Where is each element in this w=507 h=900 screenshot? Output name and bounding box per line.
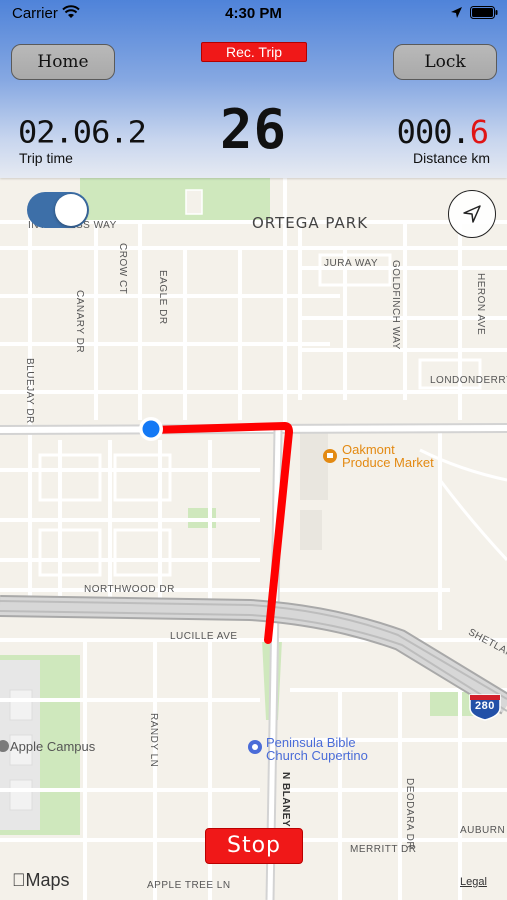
park-label: ORTEGA PARK	[252, 214, 369, 232]
status-bar: Carrier 4:30 PM	[0, 0, 507, 28]
street-label: DEODARA DR	[404, 778, 415, 850]
status-time: 4:30 PM	[225, 5, 282, 22]
distance-integer: 000.	[396, 113, 471, 151]
apple-campus-label[interactable]: Apple Campus	[10, 740, 95, 753]
street-label: RANDY LN	[148, 713, 159, 768]
highway-shield-label: 280	[475, 700, 495, 712]
street-label: APPLE TREE LN	[147, 880, 231, 891]
lock-button[interactable]: Lock	[393, 44, 497, 80]
oakmont-line2: Produce Market	[342, 455, 434, 470]
street-label: CANARY DR	[74, 290, 85, 354]
maps-attribution: Maps	[12, 870, 70, 891]
legal-link[interactable]: Legal	[460, 876, 487, 888]
recording-badge: Rec. Trip	[201, 42, 307, 62]
church-label[interactable]: Peninsula Bible Church Cupertino	[266, 736, 368, 762]
park-area	[80, 178, 270, 222]
stop-button[interactable]: Stop	[205, 828, 303, 864]
home-button[interactable]: Home	[11, 44, 115, 80]
street-label: LONDONDERRY	[430, 375, 507, 386]
street-label: EAGLE DR	[157, 270, 168, 325]
maps-attribution-text: Maps	[12, 870, 70, 890]
street-label: NORTHWOOD DR	[84, 584, 175, 595]
church-line2: Church Cupertino	[266, 748, 368, 763]
toggle-knob	[55, 194, 87, 226]
map-view[interactable]: ORTEGA PARK INVERNESS WAY CROW CT EAGLE …	[0, 178, 507, 900]
street-label: LUCILLE AVE	[170, 631, 238, 642]
street-label: JURA WAY	[324, 258, 379, 269]
map-base	[0, 178, 507, 900]
navigation-arrow-icon	[463, 205, 481, 223]
street-label: GOLDFINCH WAY	[390, 260, 401, 350]
tracking-toggle[interactable]	[27, 192, 89, 228]
oakmont-label[interactable]: Oakmont Produce Market	[342, 443, 434, 469]
recenter-button[interactable]	[448, 190, 496, 238]
distance-decimal: 6	[469, 113, 489, 151]
distance-label: Distance km	[412, 150, 490, 166]
trip-header: Carrier 4:30 PM Home Rec. Trip Lock 02.0…	[0, 0, 507, 178]
user-location-dot	[142, 420, 160, 438]
street-label: MERRITT DR	[350, 844, 417, 855]
street-label: N BLANEY	[280, 772, 291, 828]
street-label: CROW CT	[117, 243, 128, 295]
street-label: AUBURN	[460, 825, 506, 836]
apple-logo-icon: 	[12, 870, 26, 890]
battery-icon	[470, 6, 498, 19]
street-label: BLUEJAY DR	[24, 358, 35, 424]
distance-value: 000.6	[396, 113, 489, 151]
location-arrow-icon	[451, 7, 462, 18]
street-label: HERON AVE	[475, 273, 486, 336]
